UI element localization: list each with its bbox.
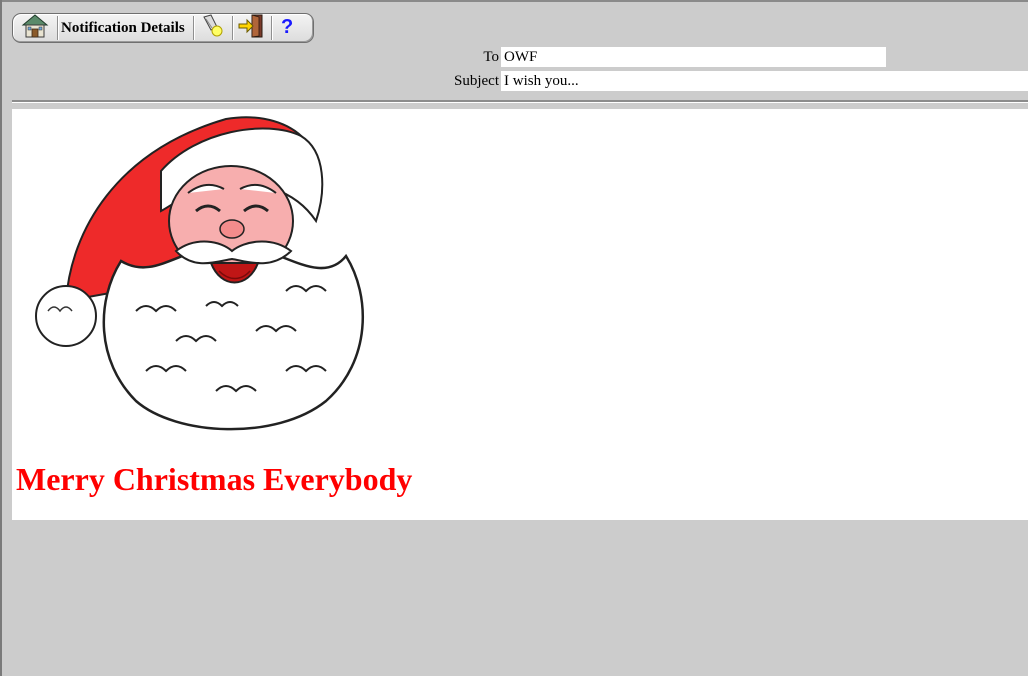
- header-divider: [12, 100, 1028, 103]
- help-question-icon: ?: [277, 14, 297, 43]
- help-button[interactable]: ?: [272, 14, 302, 42]
- search-button[interactable]: [194, 13, 232, 44]
- message-body: Merry Christmas Everybody: [12, 109, 1028, 520]
- santa-image: [26, 111, 376, 446]
- home-button[interactable]: [13, 13, 57, 44]
- exit-button[interactable]: [233, 13, 271, 44]
- subject-label: Subject: [454, 72, 499, 89]
- subject-row: Subject I wish you...: [419, 71, 1028, 91]
- flashlight-icon: [199, 13, 227, 44]
- subject-value: I wish you...: [501, 71, 1028, 91]
- home-icon: [20, 13, 50, 44]
- toolbar-title: Notification Details: [61, 19, 185, 36]
- to-row: To OWF: [419, 47, 886, 67]
- to-value: OWF: [501, 47, 886, 67]
- toolbar: Notification Details ?: [12, 13, 314, 43]
- greeting-text: Merry Christmas Everybody: [16, 461, 413, 497]
- to-label: To: [483, 48, 499, 65]
- svg-text:?: ?: [281, 16, 293, 38]
- exit-door-icon: [237, 13, 267, 44]
- window-frame-left: [0, 0, 2, 676]
- window-frame-top: [0, 0, 1028, 2]
